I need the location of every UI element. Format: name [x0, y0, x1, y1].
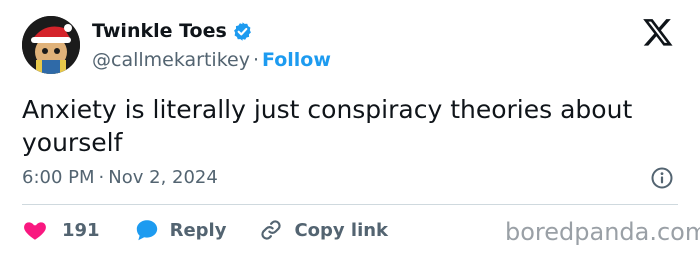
copy-link-label: Copy link: [294, 219, 389, 241]
author-name-row: Twinkle Toes: [92, 20, 253, 42]
handle-row: @callmekartikey · Follow: [92, 49, 331, 71]
like-count: 191: [62, 219, 100, 241]
follow-button[interactable]: Follow: [262, 49, 331, 71]
tweet-time: 6:00 PM: [22, 167, 95, 188]
tweet-text: Anxiety is literally just conspiracy the…: [22, 95, 633, 157]
verified-badge-icon: [232, 21, 253, 42]
divider: [22, 204, 678, 205]
avatar[interactable]: [22, 16, 80, 74]
display-name[interactable]: Twinkle Toes: [92, 20, 227, 42]
tweet-card: Twinkle Toes @callmekartikey · Follow Anxi…: [0, 0, 700, 256]
handle[interactable]: @callmekartikey: [92, 49, 250, 71]
like-button[interactable]: 191: [22, 217, 100, 243]
info-icon[interactable]: [650, 166, 674, 190]
reply-label: Reply: [169, 219, 227, 241]
speech-bubble-icon: [136, 220, 157, 241]
link-icon: [261, 220, 282, 240]
heart-icon: [24, 222, 46, 240]
watermark: boredpanda.com: [505, 218, 700, 246]
action-bar: 191 Reply Copy link: [22, 216, 388, 244]
reply-button[interactable]: Reply: [134, 217, 227, 243]
tweet-date: Nov 2, 2024: [108, 167, 218, 188]
timestamp-separator: ·: [98, 167, 105, 188]
copy-link-button[interactable]: Copy link: [258, 217, 388, 243]
x-logo-icon[interactable]: [641, 16, 675, 48]
handle-separator: ·: [252, 49, 260, 71]
timestamp[interactable]: 6:00 PM · Nov 2, 2024: [22, 167, 218, 188]
